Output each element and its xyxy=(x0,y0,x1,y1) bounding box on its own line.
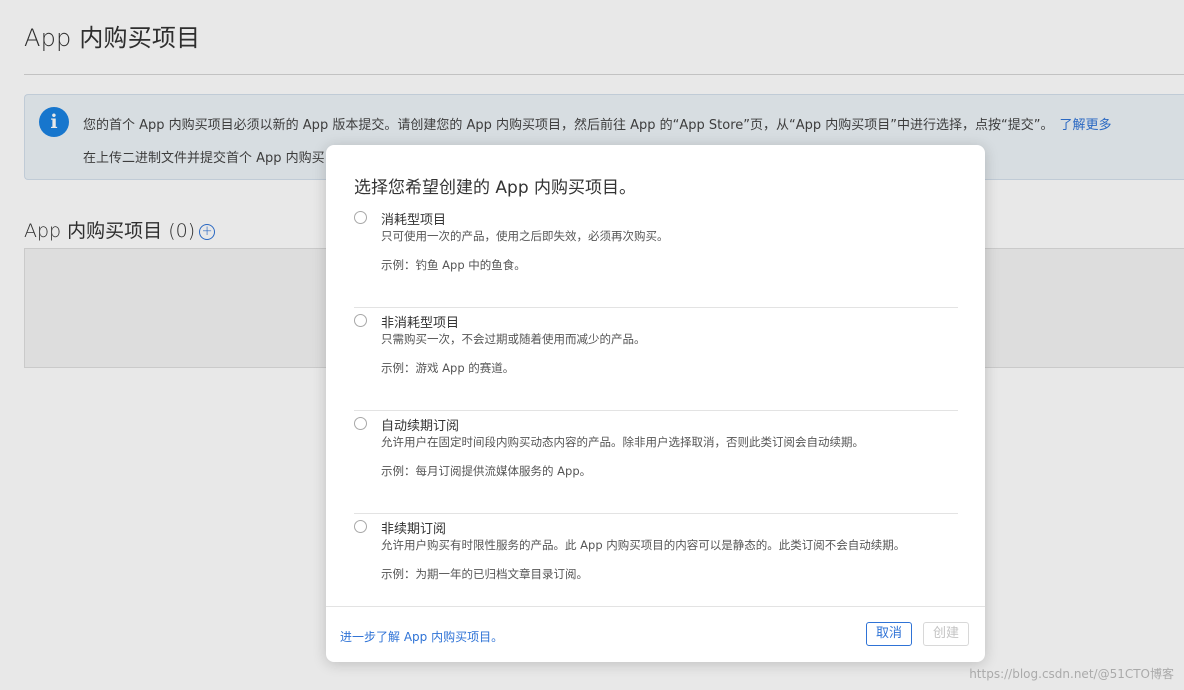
iap-type-options: 消耗型项目 只可使用一次的产品，使用之后即失效，必须再次购买。 示例：钓鱼 Ap… xyxy=(354,205,958,616)
dialog-title: 选择您希望创建的 App 内购买项目。 xyxy=(354,178,637,198)
option-example: 示例：游戏 App 的赛道。 xyxy=(381,361,515,375)
option-description: 允许用户购买有时限性服务的产品。此 App 内购买项目的内容可以是静态的。此类订… xyxy=(381,538,906,552)
option-name: 非消耗型项目 xyxy=(381,316,460,331)
option-description: 允许用户在固定时间段内购买动态内容的产品。除非用户选择取消，否则此类订阅会自动续… xyxy=(381,435,864,449)
option-consumable[interactable]: 消耗型项目 只可使用一次的产品，使用之后即失效，必须再次购买。 示例：钓鱼 Ap… xyxy=(354,205,958,308)
radio-button[interactable] xyxy=(354,520,367,533)
cancel-button[interactable]: 取消 xyxy=(866,622,913,646)
option-non-renewing-subscription[interactable]: 非续期订阅 允许用户购买有时限性服务的产品。此 App 内购买项目的内容可以是静… xyxy=(354,514,958,616)
option-name: 非续期订阅 xyxy=(381,522,447,537)
iap-type-dialog: 选择您希望创建的 App 内购买项目。 消耗型项目 只可使用一次的产品，使用之后… xyxy=(326,145,985,662)
option-example: 示例：为期一年的已归档文章目录订阅。 xyxy=(381,567,588,581)
option-example: 示例：每月订阅提供流媒体服务的 App。 xyxy=(381,464,592,478)
option-description: 只需购买一次，不会过期或随着使用而减少的产品。 xyxy=(381,332,646,346)
watermark: https://blog.csdn.net/@51CTO博客 xyxy=(969,667,1174,681)
option-example: 示例：钓鱼 App 中的鱼食。 xyxy=(381,258,526,272)
radio-button[interactable] xyxy=(354,417,367,430)
option-non-consumable[interactable]: 非消耗型项目 只需购买一次，不会过期或随着使用而减少的产品。 示例：游戏 App… xyxy=(354,308,958,411)
create-button[interactable]: 创建 xyxy=(923,622,970,646)
option-name: 自动续期订阅 xyxy=(381,419,460,434)
dialog-footer: 进一步了解 App 内购买项目。 取消 创建 xyxy=(326,606,985,662)
option-auto-renewable-subscription[interactable]: 自动续期订阅 允许用户在固定时间段内购买动态内容的产品。除非用户选择取消，否则此… xyxy=(354,411,958,514)
learn-more-iap-link[interactable]: 进一步了解 App 内购买项目。 xyxy=(340,628,503,645)
radio-button[interactable] xyxy=(354,211,367,224)
option-description: 只可使用一次的产品，使用之后即失效，必须再次购买。 xyxy=(381,229,669,243)
radio-button[interactable] xyxy=(354,314,367,327)
option-name: 消耗型项目 xyxy=(381,213,447,228)
